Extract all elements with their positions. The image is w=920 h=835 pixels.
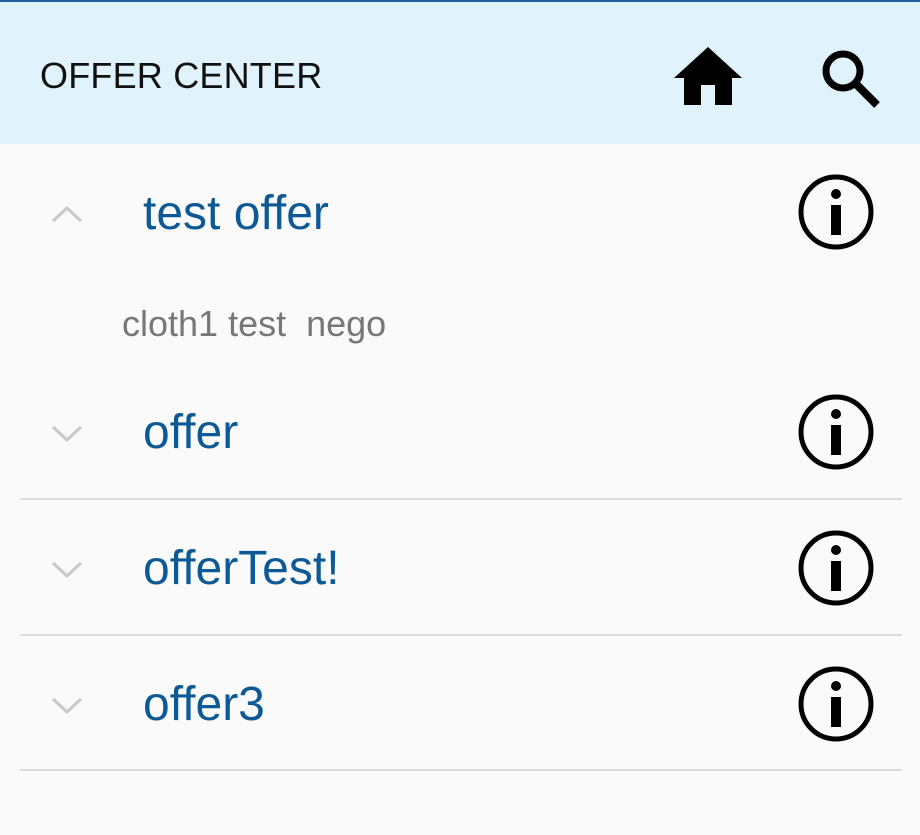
offer-title: offer3: [143, 678, 265, 731]
offer-title: offer: [143, 406, 239, 459]
info-button[interactable]: [794, 170, 878, 254]
chevron-down-icon[interactable]: [46, 418, 88, 448]
search-icon: [822, 50, 880, 108]
offer-title: offerTest!: [143, 542, 340, 595]
info-button[interactable]: [794, 526, 878, 610]
info-button[interactable]: [794, 662, 878, 746]
search-button[interactable]: [812, 40, 888, 116]
page-title: OFFER CENTER: [40, 55, 323, 96]
info-icon: [798, 666, 874, 742]
offer-row-offertest[interactable]: offerTest!: [0, 500, 920, 634]
info-icon: [798, 174, 874, 250]
home-button[interactable]: [668, 40, 748, 112]
offer-row-offer[interactable]: offer: [0, 364, 920, 498]
chevron-up-icon[interactable]: [46, 199, 88, 229]
home-icon: [674, 47, 742, 105]
chevron-down-icon[interactable]: [46, 554, 88, 584]
offer-title: test offer: [143, 187, 329, 240]
row-divider: [20, 769, 902, 771]
info-icon: [798, 394, 874, 470]
info-button[interactable]: [794, 390, 878, 474]
chevron-down-icon[interactable]: [46, 690, 88, 720]
info-icon: [798, 530, 874, 606]
offer-detail-text: cloth1 test nego: [122, 303, 387, 344]
offer-row-offer3[interactable]: offer3: [0, 636, 920, 770]
app-header: OFFER CENTER: [0, 2, 920, 144]
